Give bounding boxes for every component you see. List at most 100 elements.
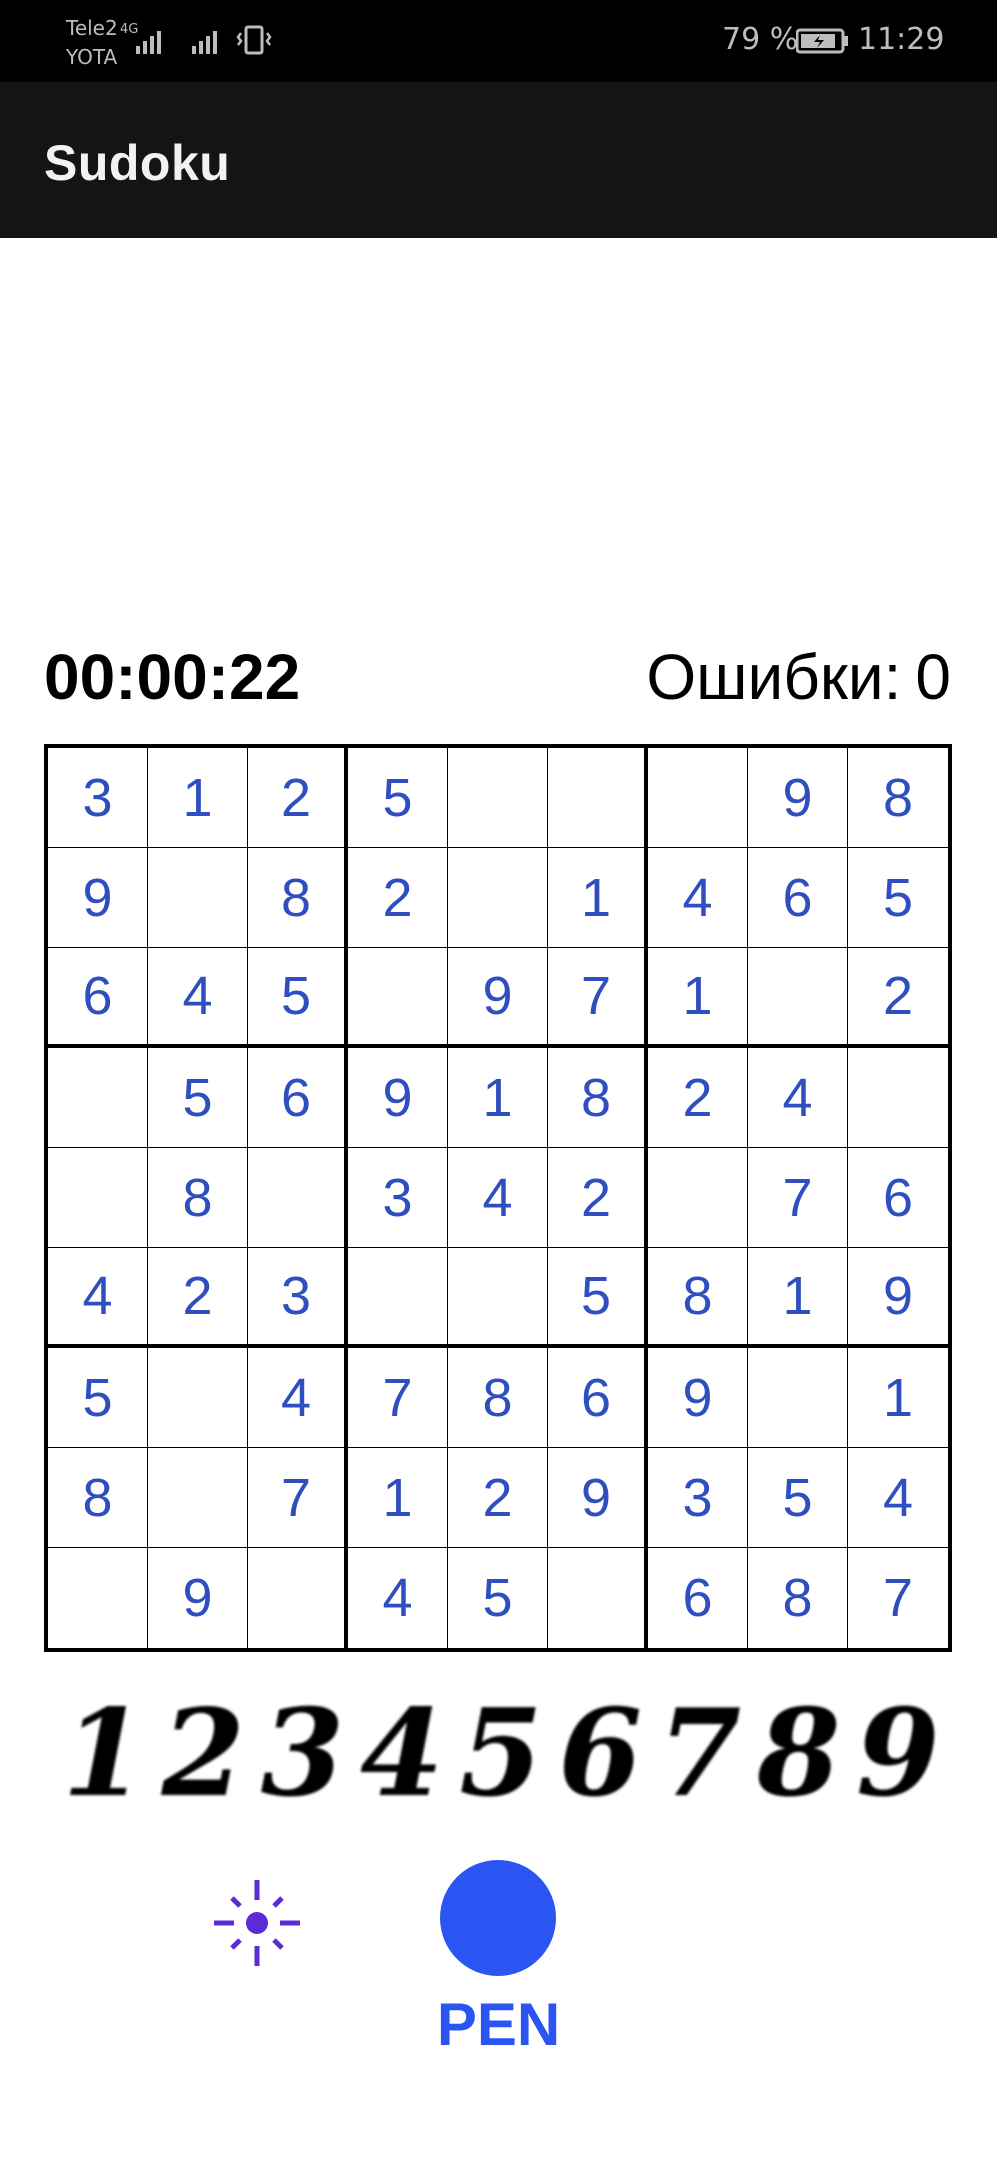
grid-cell[interactable]: 1 xyxy=(748,1248,848,1348)
battery-icon xyxy=(796,28,848,54)
grid-cell[interactable] xyxy=(448,848,548,948)
grid-cell[interactable]: 8 xyxy=(248,848,348,948)
grid-cell[interactable]: 2 xyxy=(348,848,448,948)
grid-cell[interactable]: 9 xyxy=(148,1548,248,1648)
grid-cell[interactable]: 4 xyxy=(848,1448,948,1548)
grid-cell[interactable]: 8 xyxy=(548,1048,648,1148)
grid-cell[interactable]: 8 xyxy=(648,1248,748,1348)
grid-cell[interactable]: 9 xyxy=(648,1348,748,1448)
grid-cell[interactable]: 1 xyxy=(148,748,248,848)
grid-cell[interactable] xyxy=(248,1148,348,1248)
number-key-9[interactable]: 9 xyxy=(850,1683,946,1824)
grid-cell[interactable]: 4 xyxy=(648,848,748,948)
grid-cell[interactable]: 1 xyxy=(648,948,748,1048)
number-key-6[interactable]: 6 xyxy=(552,1683,648,1824)
grid-cell[interactable]: 5 xyxy=(248,948,348,1048)
grid-cell[interactable] xyxy=(248,1548,348,1648)
grid-cell[interactable]: 5 xyxy=(48,1348,148,1448)
grid-cell[interactable]: 6 xyxy=(748,848,848,948)
grid-cell[interactable]: 4 xyxy=(148,948,248,1048)
grid-cell[interactable]: 1 xyxy=(848,1348,948,1448)
grid-cell[interactable]: 4 xyxy=(248,1348,348,1448)
carrier-1: Tele2 xyxy=(66,16,118,40)
grid-cell[interactable]: 6 xyxy=(48,948,148,1048)
grid-cell[interactable]: 5 xyxy=(548,1248,648,1348)
grid-cell[interactable]: 3 xyxy=(48,748,148,848)
grid-cell[interactable]: 5 xyxy=(348,748,448,848)
grid-cell[interactable]: 2 xyxy=(548,1148,648,1248)
grid-cell[interactable]: 1 xyxy=(448,1048,548,1148)
battery-percent: 79 % xyxy=(722,22,799,57)
grid-cell[interactable]: 6 xyxy=(848,1148,948,1248)
grid-cell[interactable]: 5 xyxy=(448,1548,548,1648)
grid-cell[interactable]: 8 xyxy=(48,1448,148,1548)
grid-cell[interactable]: 6 xyxy=(648,1548,748,1648)
number-key-3[interactable]: 3 xyxy=(255,1683,351,1824)
number-key-2[interactable]: 2 xyxy=(155,1683,251,1824)
grid-cell[interactable]: 8 xyxy=(448,1348,548,1448)
grid-cell[interactable]: 2 xyxy=(448,1448,548,1548)
grid-cell[interactable]: 6 xyxy=(548,1348,648,1448)
carrier-2: YOTA xyxy=(66,45,118,69)
number-key-7[interactable]: 7 xyxy=(652,1683,748,1824)
grid-cell[interactable] xyxy=(548,748,648,848)
grid-cell[interactable] xyxy=(148,1448,248,1548)
grid-cell[interactable]: 2 xyxy=(848,948,948,1048)
grid-cell[interactable]: 9 xyxy=(48,848,148,948)
grid-cell[interactable]: 6 xyxy=(248,1048,348,1148)
number-key-1[interactable]: 1 xyxy=(56,1683,152,1824)
grid-cell[interactable] xyxy=(48,1048,148,1148)
grid-cell[interactable]: 9 xyxy=(348,1048,448,1148)
grid-cell[interactable]: 4 xyxy=(348,1548,448,1648)
grid-cell[interactable]: 1 xyxy=(348,1448,448,1548)
grid-cell[interactable]: 7 xyxy=(848,1548,948,1648)
grid-cell[interactable] xyxy=(648,1148,748,1248)
grid-cell[interactable]: 7 xyxy=(748,1148,848,1248)
grid-cell[interactable] xyxy=(548,1548,648,1648)
grid-cell[interactable]: 7 xyxy=(548,948,648,1048)
grid-cell[interactable]: 4 xyxy=(748,1048,848,1148)
grid-cell[interactable] xyxy=(748,1348,848,1448)
number-key-5[interactable]: 5 xyxy=(453,1683,549,1824)
grid-cell[interactable]: 1 xyxy=(548,848,648,948)
grid-cell[interactable] xyxy=(648,748,748,848)
grid-cell[interactable] xyxy=(448,748,548,848)
grid-cell[interactable]: 5 xyxy=(748,1448,848,1548)
grid-cell[interactable] xyxy=(448,1248,548,1348)
grid-cell[interactable]: 5 xyxy=(848,848,948,948)
sparkle-icon[interactable] xyxy=(212,1878,302,1968)
grid-cell[interactable]: 5 xyxy=(148,1048,248,1148)
errors-counter: Ошибки: 0 xyxy=(646,640,951,714)
timer: 00:00:22 xyxy=(44,641,301,713)
grid-cell[interactable]: 7 xyxy=(248,1448,348,1548)
grid-cell[interactable]: 9 xyxy=(848,1248,948,1348)
grid-cell[interactable] xyxy=(748,948,848,1048)
grid-cell[interactable]: 3 xyxy=(648,1448,748,1548)
grid-cell[interactable]: 9 xyxy=(448,948,548,1048)
grid-cell[interactable]: 3 xyxy=(348,1148,448,1248)
grid-cell[interactable] xyxy=(148,848,248,948)
grid-cell[interactable]: 4 xyxy=(448,1148,548,1248)
grid-cell[interactable]: 8 xyxy=(848,748,948,848)
grid-cell[interactable]: 2 xyxy=(648,1048,748,1148)
number-key-4[interactable]: 4 xyxy=(354,1683,450,1824)
number-key-8[interactable]: 8 xyxy=(751,1683,847,1824)
grid-cell[interactable] xyxy=(348,1248,448,1348)
grid-cell[interactable]: 2 xyxy=(248,748,348,848)
grid-cell[interactable] xyxy=(848,1048,948,1148)
grid-cell[interactable]: 8 xyxy=(748,1548,848,1648)
grid-cell[interactable]: 3 xyxy=(248,1248,348,1348)
grid-cell[interactable] xyxy=(48,1148,148,1248)
grid-cell[interactable]: 9 xyxy=(548,1448,648,1548)
errors-value: 0 xyxy=(915,641,951,713)
grid-cell[interactable]: 2 xyxy=(148,1248,248,1348)
grid-cell[interactable]: 4 xyxy=(48,1248,148,1348)
grid-cell[interactable] xyxy=(148,1348,248,1448)
pen-mode-button[interactable] xyxy=(440,1860,556,1976)
grid-cell[interactable]: 7 xyxy=(348,1348,448,1448)
grid-cell[interactable] xyxy=(348,948,448,1048)
grid-cell[interactable] xyxy=(48,1548,148,1648)
grid-cell[interactable]: 8 xyxy=(148,1148,248,1248)
carrier-names: Tele2 YOTA xyxy=(66,14,118,72)
grid-cell[interactable]: 9 xyxy=(748,748,848,848)
